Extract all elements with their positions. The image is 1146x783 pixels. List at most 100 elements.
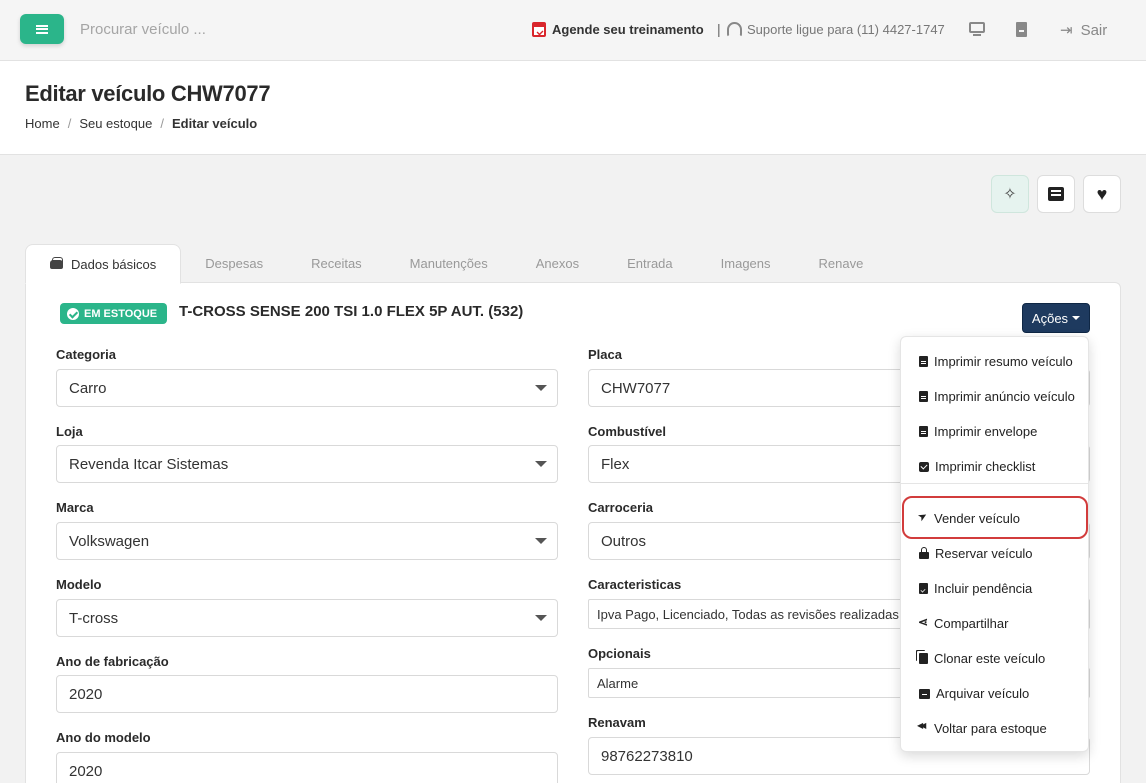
vehicle-title: T-CROSS SENSE 200 TSI 1.0 FLEX 5P AUT. (… (179, 303, 524, 320)
actions-label: Ações (1031, 310, 1069, 326)
share-icon (918, 615, 928, 629)
menu-item-label: Compartilhar (934, 616, 1009, 631)
chevron-down-icon (535, 385, 547, 391)
backward-icon (917, 721, 928, 734)
label-opcionais: Opcionais (588, 646, 651, 661)
tab-despesas[interactable]: Despesas (181, 244, 287, 283)
label-carroceria: Carroceria (588, 500, 654, 515)
menu-item-reservar-veiculo[interactable]: Reservar veículo (919, 546, 1033, 561)
menu-toggle-button[interactable] (20, 14, 64, 44)
input-value: 2020 (69, 762, 103, 780)
select-value: Volkswagen (69, 532, 150, 550)
logout-button[interactable]: ⇥ Sair (1060, 21, 1108, 40)
menu-item-compartilhar[interactable]: Compartilhar (918, 615, 1009, 631)
breadcrumb: Home / Seu estoque / Editar veículo (25, 116, 257, 131)
calendar-icon (532, 22, 546, 37)
page-title: Editar veículo CHW7077 (25, 81, 271, 106)
breadcrumb-separator: / (160, 116, 164, 131)
monitor-icon[interactable] (969, 22, 985, 38)
input-value: CHW7077 (601, 379, 671, 397)
menu-item-label: Arquivar veículo (936, 686, 1030, 701)
status-badge: EM ESTOQUE (60, 303, 168, 324)
input-value: 2020 (69, 685, 103, 703)
menu-divider (901, 483, 1088, 484)
tab-label: Dados básicos (71, 256, 157, 272)
chevron-down-icon (535, 538, 547, 544)
actions-button[interactable]: Ações (1022, 303, 1090, 333)
menu-item-imprimir-resumo[interactable]: Imprimir resumo veículo (919, 354, 1073, 369)
file-icon (919, 356, 928, 367)
menu-item-arquivar-veiculo[interactable]: Arquivar veículo (919, 686, 1029, 701)
label-modelo: Modelo (56, 577, 102, 592)
label-marca: Marca (56, 500, 94, 515)
logout-label: Sair (1080, 21, 1108, 39)
menu-item-label: Imprimir envelope (934, 424, 1038, 439)
menu-icon (36, 24, 48, 34)
menu-item-label: Reservar veículo (935, 546, 1033, 561)
menu-item-label: Imprimir anúncio veículo (934, 389, 1075, 404)
menu-item-vender-veiculo[interactable]: Vender veículo (919, 511, 1020, 526)
search-input[interactable] (80, 21, 280, 38)
breadcrumb-stock[interactable]: Seu estoque (79, 116, 152, 131)
label-placa: Placa (588, 347, 622, 362)
breadcrumb-separator: / (67, 116, 72, 131)
select-value: Outros (601, 532, 647, 550)
menu-item-imprimir-checklist[interactable]: Imprimir checklist (919, 459, 1035, 474)
tab-renave[interactable]: Renave (795, 244, 888, 283)
logout-icon: ⇥ (1060, 22, 1073, 39)
tab-dados-basicos[interactable]: Dados básicos (25, 244, 182, 284)
input-value: 98762273810 (601, 747, 693, 765)
breadcrumb-home[interactable]: Home (25, 116, 60, 131)
multiselect-value: Ipva Pago, Licenciado, Todas as revisões… (597, 606, 899, 622)
select-categoria[interactable]: Carro (56, 369, 558, 407)
menu-item-incluir-pendencia[interactable]: Incluir pendência (919, 581, 1032, 596)
label-loja: Loja (56, 424, 83, 439)
lock-icon (919, 547, 929, 559)
breadcrumb-current: Editar veículo (171, 116, 258, 131)
page-header: Editar veículo CHW7077 Home / Seu estoqu… (0, 61, 1146, 155)
copy-icon (919, 653, 928, 664)
select-value: T-cross (69, 609, 119, 627)
select-value: Carro (69, 379, 107, 397)
menu-item-imprimir-anuncio[interactable]: Imprimir anúncio veículo (919, 389, 1075, 404)
label-ano-fabricacao: Ano de fabricação (56, 654, 169, 669)
support-link[interactable]: Suporte ligue para (11) 4427-1747 (727, 22, 945, 37)
chevron-down-icon (535, 461, 547, 467)
select-loja[interactable]: Revenda Itcar Sistemas (56, 445, 558, 483)
menu-item-imprimir-envelope[interactable]: Imprimir envelope (919, 424, 1037, 439)
file-icon (919, 426, 928, 437)
list-button[interactable] (1037, 175, 1075, 213)
input-ano-modelo[interactable]: 2020 (56, 752, 558, 783)
clipboard-check-icon (919, 583, 928, 594)
tab-receitas[interactable]: Receitas (287, 244, 386, 283)
menu-item-clonar-veiculo[interactable]: Clonar este veículo (919, 651, 1045, 666)
topbar-separator: | (717, 21, 721, 37)
menu-item-label: Incluir pendência (934, 581, 1033, 596)
headset-icon (727, 22, 742, 37)
support-label: Suporte ligue para (11) 4427-1747 (747, 22, 945, 37)
training-label: Agende seu treinamento (552, 22, 704, 37)
menu-item-label: Imprimir resumo veículo (934, 354, 1073, 369)
tab-anexos[interactable]: Anexos (512, 244, 603, 283)
archive-icon (919, 688, 930, 699)
favorite-button[interactable]: ♥ (1083, 175, 1121, 213)
ai-assistant-button[interactable]: ✧ (991, 175, 1029, 213)
actions-dropdown-menu: Imprimir resumo veículo Imprimir anúncio… (900, 336, 1089, 752)
tab-bar: Dados básicos Despesas Receitas Manutenç… (25, 244, 888, 284)
select-marca[interactable]: Volkswagen (56, 522, 558, 560)
training-link[interactable]: Agende seu treinamento (532, 22, 704, 37)
select-modelo[interactable]: T-cross (56, 599, 558, 637)
menu-item-voltar-estoque[interactable]: Voltar para estoque (917, 721, 1047, 736)
menu-item-label: Voltar para estoque (934, 721, 1047, 736)
sparkle-icon: ✧ (1003, 186, 1017, 203)
tab-entrada[interactable]: Entrada (603, 244, 697, 283)
menu-item-label: Imprimir checklist (935, 459, 1036, 474)
tab-imagens[interactable]: Imagens (697, 244, 795, 283)
menu-item-label: Vender veículo (934, 511, 1021, 526)
input-ano-fabricacao[interactable]: 2020 (56, 675, 558, 713)
file-icon[interactable] (1016, 22, 1032, 38)
tab-manutencoes[interactable]: Manutenções (386, 244, 512, 283)
checkbox-icon (919, 461, 929, 472)
multiselect-value: Alarme (597, 675, 639, 691)
label-categoria: Categoria (56, 347, 116, 362)
